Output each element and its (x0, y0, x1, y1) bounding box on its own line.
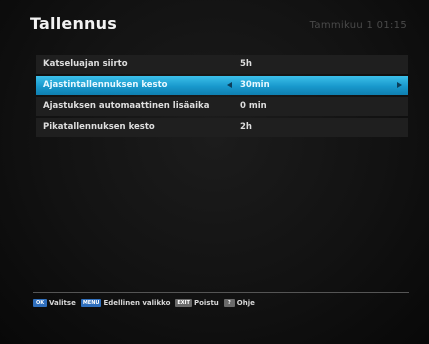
menu-item-value: 0 min (240, 101, 267, 111)
help-key-icon: ? (223, 299, 235, 307)
menu-item-label: Pikatallennuksen kesto (43, 122, 155, 132)
ok-hint-label: Valitse (49, 299, 76, 307)
menu-item-value: 2h (240, 122, 252, 132)
help-hint-label: Ohje (236, 299, 255, 307)
menu-item-auto-extra-time[interactable]: Ajastuksen automaattinen lisäaika 0 min (36, 97, 408, 116)
footer-divider (33, 292, 409, 293)
key-hints-bar: OK Valitse MENU Edellinen valikko EXIT P… (33, 297, 260, 309)
ok-key-icon: OK (33, 299, 47, 307)
menu-item-timer-recording-duration[interactable]: Ajastintallennuksen kesto 30min (36, 76, 408, 95)
exit-hint-label: Poistu (193, 299, 219, 307)
arrow-left-icon[interactable] (227, 82, 232, 88)
date-time: Tammikuu 1 01:15 (309, 20, 407, 31)
menu-item-label: Ajastuksen automaattinen lisäaika (43, 101, 210, 111)
page-title: Tallennus (30, 14, 117, 33)
menu-item-label: Ajastintallennuksen kesto (43, 80, 168, 90)
menu-key-icon: MENU (80, 299, 102, 307)
menu-hint-label: Edellinen valikko (103, 299, 171, 307)
settings-menu: Katseluajan siirto 5h Ajastintallennukse… (36, 55, 408, 139)
menu-item-quick-recording-duration[interactable]: Pikatallennuksen kesto 2h (36, 118, 408, 137)
menu-item-time-shift[interactable]: Katseluajan siirto 5h (36, 55, 408, 74)
arrow-right-icon[interactable] (397, 82, 402, 88)
exit-key-icon: EXIT (175, 299, 192, 307)
menu-item-value: 30min (240, 80, 270, 90)
menu-item-value: 5h (240, 59, 252, 69)
menu-item-label: Katseluajan siirto (43, 59, 128, 69)
tv-screen: Tallennus Tammikuu 1 01:15 Katseluajan s… (0, 0, 429, 344)
